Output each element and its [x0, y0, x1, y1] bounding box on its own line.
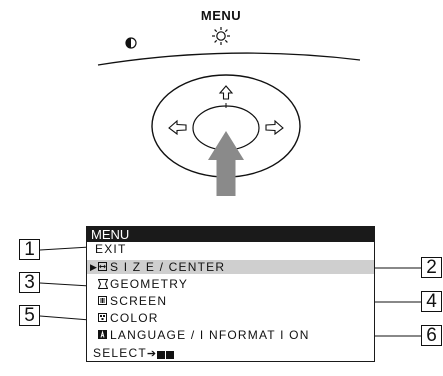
osd-menu-screen: MENU EXIT ▶ S I Z E / CENTER GEOMETRY SC… [86, 226, 375, 362]
press-arrow-icon [208, 131, 244, 196]
arrow-left-icon [168, 119, 187, 136]
menu-item-label: COLOR [110, 311, 159, 325]
osd-menu-title: MENU [87, 227, 374, 242]
geometry-icon [98, 279, 108, 289]
menu-item-size-center[interactable]: ▶ S I Z E / CENTER [87, 260, 374, 274]
footer-arrow-icon: ➔ [146, 348, 157, 360]
language-icon [98, 330, 107, 339]
menu-item-exit[interactable]: EXIT [87, 242, 374, 256]
menu-item-label: S I Z E / CENTER [110, 260, 226, 274]
menu-item-label: SCREEN [110, 294, 168, 308]
menu-button-caption: MENU [200, 8, 242, 23]
size-center-icon [98, 262, 107, 271]
arrow-right-icon [265, 119, 284, 136]
arrow-up-icon [218, 85, 234, 100]
callout-5: 5 [19, 305, 40, 326]
menu-item-screen[interactable]: SCREEN [87, 294, 374, 308]
menu-item-label: GEOMETRY [110, 277, 189, 291]
selection-pointer-icon: ▶ [90, 262, 99, 272]
color-icon [98, 313, 107, 322]
menu-item-language-information[interactable]: LANGUAGE / I NFORMAT I ON [87, 328, 374, 342]
screen-icon [98, 296, 107, 305]
callout-1: 1 [19, 239, 40, 260]
contrast-icon [125, 37, 137, 49]
brightness-icon [212, 27, 230, 45]
menu-item-label: LANGUAGE / I NFORMAT I ON [110, 328, 310, 342]
footer-select-label: SELECT [93, 346, 147, 360]
menu-item-label: EXIT [95, 242, 127, 256]
callout-4: 4 [421, 291, 442, 312]
menu-item-color[interactable]: COLOR [87, 311, 374, 325]
callout-2: 2 [421, 257, 442, 278]
callout-3: 3 [19, 272, 40, 293]
callout-6: 6 [421, 325, 442, 346]
osd-footer: SELECT➔ [93, 346, 175, 361]
select-buttons-icon [157, 347, 175, 361]
control-dial [151, 74, 301, 178]
panel-edge [97, 52, 361, 66]
dial-center-button [192, 105, 260, 151]
menu-item-geometry[interactable]: GEOMETRY [87, 277, 374, 291]
diagram: MENU MENU EXIT ▶ S I Z E / CENTER GEOMET… [0, 0, 443, 376]
